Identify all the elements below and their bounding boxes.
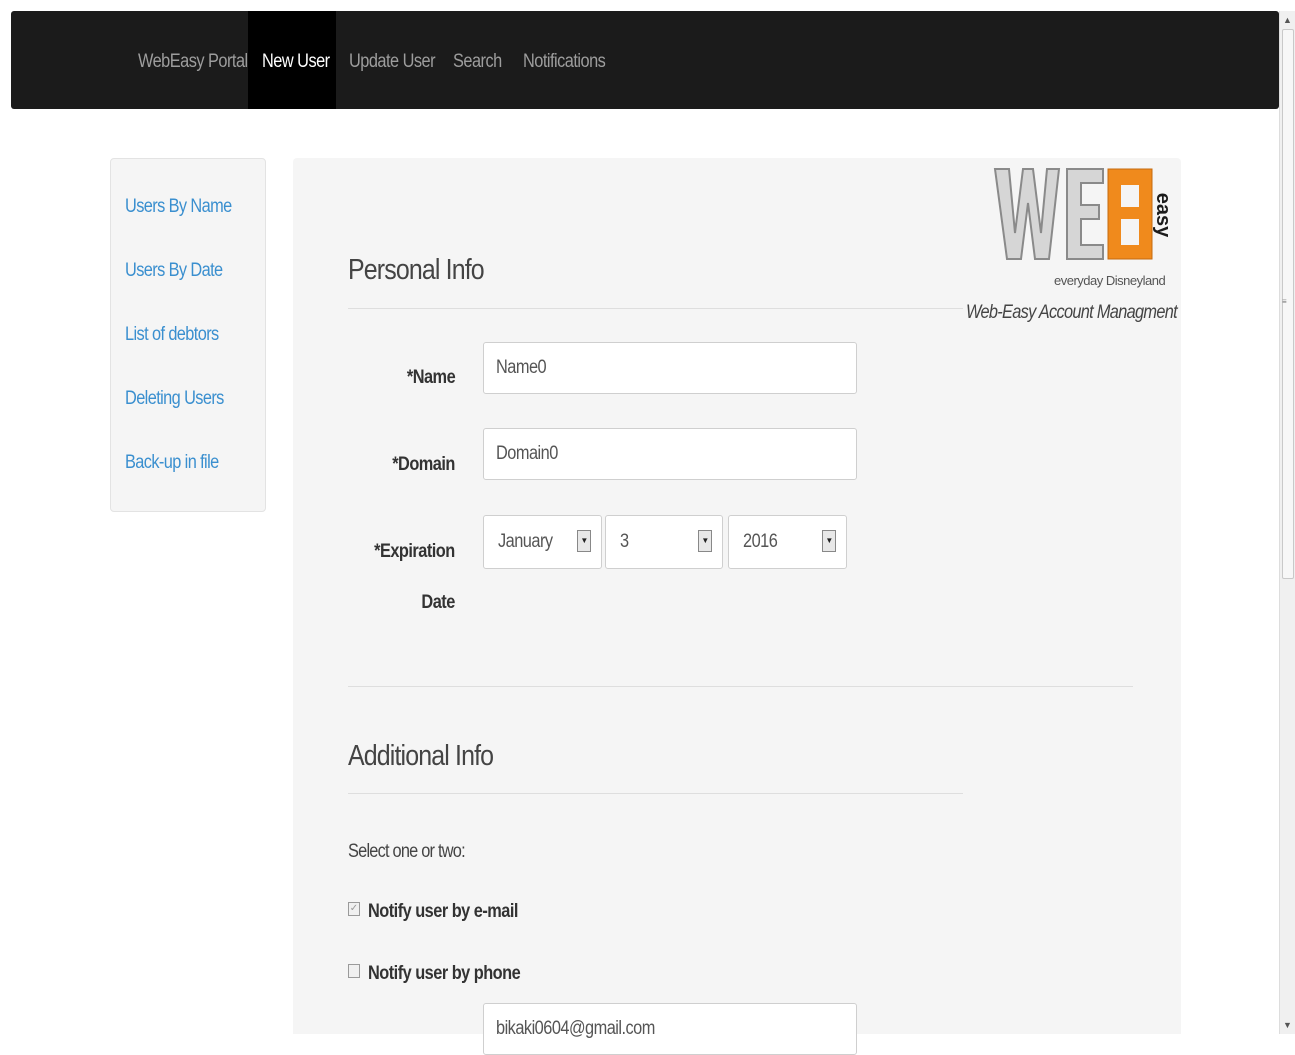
logo-subtitle: everyday Disneyland: [1054, 273, 1166, 288]
grip-icon: ≡: [1282, 297, 1287, 306]
scroll-up-icon[interactable]: ▲: [1283, 15, 1292, 25]
nav-new-user[interactable]: New User: [262, 11, 330, 109]
divider: [348, 793, 963, 794]
page-scrollbar[interactable]: ▲ ≡ ▼: [1279, 11, 1295, 1034]
notify-phone-checkbox[interactable]: [348, 964, 360, 978]
dropdown-arrow-icon[interactable]: ▼: [822, 530, 836, 552]
nav-search[interactable]: Search: [453, 11, 502, 109]
logo-tagline: Web-Easy Account Managment: [966, 302, 1178, 323]
sidebar-item-users-by-date[interactable]: Users By Date: [125, 260, 223, 282]
logo-easy-text: easy: [1152, 193, 1168, 238]
sidebar: Users By Name Users By Date List of debt…: [110, 158, 266, 512]
sidebar-item-backup-in-file[interactable]: Back-up in file: [125, 452, 219, 474]
webeasy-logo: easy: [993, 168, 1168, 260]
personal-info-title: Personal Info: [348, 254, 485, 286]
month-select[interactable]: January ▼: [483, 515, 602, 569]
expiration-label: *Expiration: [374, 541, 455, 562]
divider: [348, 308, 963, 309]
sidebar-item-deleting-users[interactable]: Deleting Users: [125, 388, 224, 410]
divider: [348, 686, 1133, 687]
select-prompt: Select one or two:: [348, 841, 466, 862]
notify-email-checkbox[interactable]: ✓: [348, 902, 360, 916]
domain-label: *Domain: [392, 454, 455, 475]
top-navbar: WebEasy Portal New User Update User Sear…: [11, 11, 1279, 109]
main-panel: Personal Info *Name Name0 *Domain Domain…: [293, 158, 1181, 1055]
expiration-label-date: Date: [421, 592, 456, 613]
name-label: *Name: [406, 367, 456, 388]
sidebar-item-list-of-debtors[interactable]: List of debtors: [125, 324, 219, 346]
dropdown-arrow-icon[interactable]: ▼: [698, 530, 712, 552]
scroll-down-icon[interactable]: ▼: [1283, 1020, 1292, 1030]
sidebar-item-users-by-name[interactable]: Users By Name: [125, 196, 232, 218]
name-input[interactable]: Name0: [483, 342, 857, 394]
additional-info-title: Additional Info: [348, 740, 494, 772]
domain-input[interactable]: Domain0: [483, 428, 857, 480]
dropdown-arrow-icon[interactable]: ▼: [577, 530, 591, 552]
email-input[interactable]: bikaki0604@gmail.com: [483, 1003, 857, 1055]
nav-update-user[interactable]: Update User: [349, 11, 436, 109]
nav-notifications[interactable]: Notifications: [523, 11, 606, 109]
notify-email-label: Notify user by e-mail: [368, 901, 518, 922]
day-select[interactable]: 3 ▼: [605, 515, 723, 569]
notify-phone-label: Notify user by phone: [368, 963, 521, 984]
year-select[interactable]: 2016 ▼: [728, 515, 847, 569]
brand-link[interactable]: WebEasy Portal: [138, 11, 248, 109]
